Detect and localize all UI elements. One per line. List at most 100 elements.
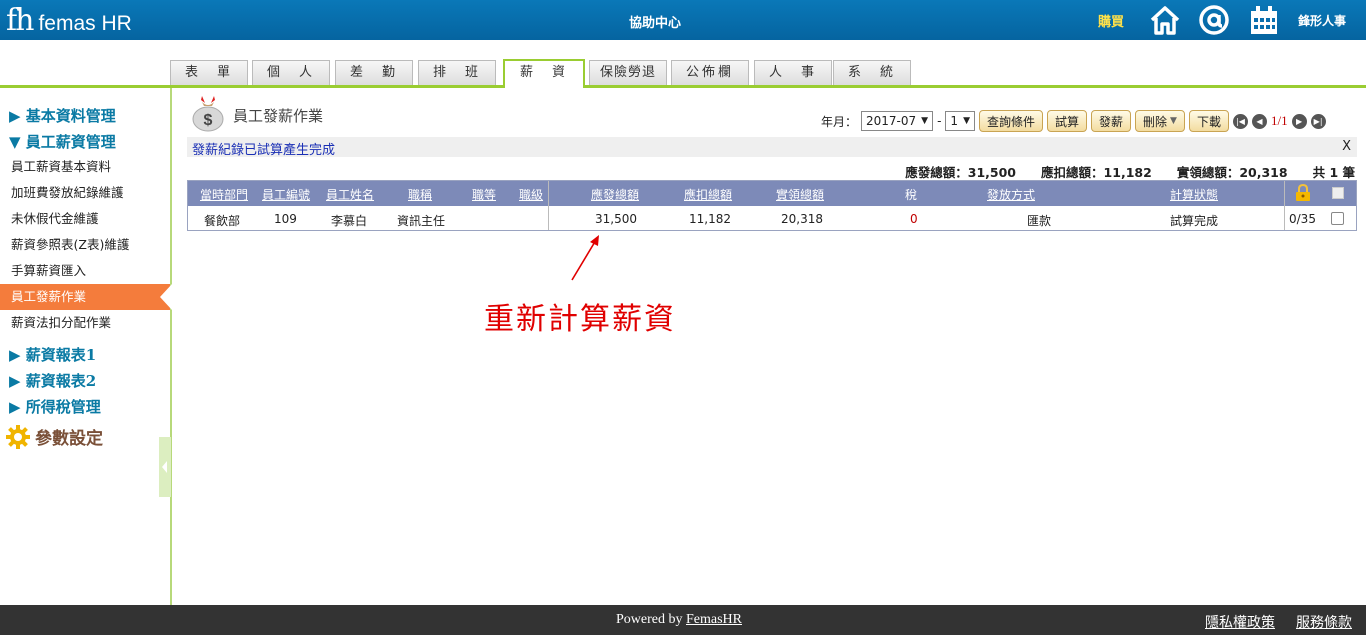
privacy-policy-link[interactable]: 隱私權政策 [1205,612,1275,632]
calendar-icon[interactable] [1248,4,1280,36]
parameter-settings-label: 參數設定 [35,429,103,449]
col-grade[interactable]: 職等 [472,186,496,203]
tab-personal[interactable]: 個 人 [252,60,330,85]
cell-status: 試算完成 [1170,214,1219,228]
sidebar-item-legal-deduction[interactable]: 薪資法扣分配作業 [0,310,170,336]
next-page-icon[interactable]: ▶ [1291,113,1307,129]
column-divider [548,181,549,230]
status-message: 發薪紀錄已試算產生完成 [192,143,336,158]
cell-lock-count: 0/35 [1289,212,1316,226]
col-emp-no[interactable]: 員工編號 [262,186,310,203]
terms-of-service-link[interactable]: 服務條款 [1296,612,1352,632]
payable-total-label: 應發總額： [905,165,968,180]
totals-summary: 應發總額：31,500 應扣總額：11,182 實領總額：20,318 共 1 … [187,162,1355,181]
period-value: 1 [950,114,959,128]
tab-bulletin[interactable]: 公佈欄 [671,60,749,85]
logo-text: femas HR [38,12,132,35]
col-payable[interactable]: 應發總額 [591,186,639,203]
col-emp-name[interactable]: 員工姓名 [326,186,374,203]
module-tabs: 表 單 個 人 差 勤 排 班 薪 資 保險勞退 公佈欄 人 事 系 統 [0,40,1366,88]
sidebar-collapse-handle[interactable] [159,437,171,497]
year-month-label: 年月： [821,114,858,129]
tab-scheduling[interactable]: 排 班 [418,60,496,85]
trial-calc-button[interactable]: 試算 [1047,110,1088,132]
col-title[interactable]: 職稱 [408,186,432,203]
prev-page-icon[interactable]: ◀ [1251,113,1267,129]
money-bag-icon: $ [192,96,224,132]
cell-emp-no: 109 [274,212,297,226]
sidebar-item-salary-reference-table[interactable]: 薪資參照表(Z表)維護 [0,232,170,258]
select-all-checkbox[interactable] [1332,187,1344,199]
deduct-total-value: 11,182 [1103,165,1152,180]
buy-link[interactable]: 購買 [1098,11,1124,30]
at-icon[interactable] [1198,4,1230,36]
cell-dept: 餐飲部 [204,214,241,228]
chevron-left-icon [162,461,167,473]
cell-method: 匯款 [1027,214,1052,228]
last-page-icon[interactable]: ▶| [1310,113,1326,129]
help-center-link[interactable]: 協助中心 [600,12,710,31]
sidebar-item-overtime-records[interactable]: 加班費發放紀錄維護 [0,180,170,206]
dash-separator: - [937,114,942,128]
sidebar-group-basic-data[interactable]: ▶ 基本資料管理 [9,105,116,126]
tab-system[interactable]: 系 統 [833,60,911,85]
year-month-value: 2017-07 [866,114,917,128]
parameter-settings-link[interactable]: 參數設定 [6,424,103,449]
message-close-button[interactable]: X [1342,139,1351,154]
col-method[interactable]: 發放方式 [987,186,1035,203]
cell-emp-name: 李慕白 [331,214,368,228]
tab-hr[interactable]: 人 事 [754,60,832,85]
tab-attendance[interactable]: 差 勤 [335,60,413,85]
dropdown-arrow-icon: ▼ [1170,116,1177,126]
message-bar: 發薪紀錄已試算產生完成 X [187,137,1357,158]
first-page-icon[interactable]: |◀ [1232,113,1248,129]
active-pointer [160,284,172,310]
cell-title: 資訊主任 [397,214,446,228]
delete-button[interactable]: 刪除 ▼ [1135,110,1185,132]
sidebar-group-payroll-report-2[interactable]: ▶ 薪資報表2 [9,370,96,391]
cell-tax: 0 [910,212,918,226]
sidebar-group-payroll-report-1[interactable]: ▶ 薪資報表1 [9,344,96,365]
record-count: 共 1 筆 [1312,165,1355,180]
company-name: 鋒形人事 [1298,14,1347,28]
period-select[interactable]: 1 ▼ [945,111,975,131]
pay-button[interactable]: 發薪 [1091,110,1132,132]
col-level[interactable]: 職級 [519,186,543,203]
sidebar-item-salary-basic[interactable]: 員工薪資基本資料 [0,154,170,180]
col-dept[interactable]: 當時部門 [200,186,248,203]
row-checkbox[interactable] [1331,212,1344,225]
col-net[interactable]: 實領總額 [776,186,824,203]
net-total-value: 20,318 [1239,165,1288,180]
net-total-label: 實領總額： [1176,165,1240,180]
sidebar-group-income-tax[interactable]: ▶ 所得稅管理 [9,396,101,417]
footer: Powered by FemasHR 隱私權政策 服務條款 [0,605,1366,635]
annotation-arrow [571,235,599,281]
tab-forms[interactable]: 表 單 [170,60,248,85]
tab-payroll[interactable]: 薪 資 [503,59,585,88]
col-deduct[interactable]: 應扣總額 [684,186,732,203]
delete-label: 刪除 [1143,114,1168,129]
cell-payable: 31,500 [595,212,637,226]
sidebar-group-employee-payroll[interactable]: ▼ 員工薪資管理 [9,131,116,152]
sidebar-item-unused-leave-pay[interactable]: 未休假代金維護 [0,206,170,232]
sidebar-item-manual-salary-import[interactable]: 手算薪資匯入 [0,258,170,284]
year-month-select[interactable]: 2017-07 ▼ [861,111,934,131]
logo[interactable]: fh femas HR [6,4,132,38]
powered-by: Powered by FemasHR [616,612,742,628]
query-conditions-button[interactable]: 查詢條件 [978,110,1043,132]
annotation-text: 重新計算薪資 [484,302,676,337]
home-icon[interactable] [1149,4,1181,36]
femashr-link[interactable]: FemasHR [686,612,742,627]
download-button[interactable]: 下載 [1188,110,1229,132]
lock-icon[interactable] [1294,184,1312,202]
col-status[interactable]: 計算狀態 [1170,186,1218,203]
gear-icon [6,424,30,449]
dropdown-arrow-icon: ▼ [921,116,929,126]
page-indicator: 1/1 [1270,113,1288,128]
table-header: 當時部門 員工編號 員工姓名 職稱 職等 職級 應發總額 應扣總額 實領總額 稅… [188,181,1356,206]
tab-insurance-pension[interactable]: 保險勞退 [589,60,667,85]
sidebar-item-employee-payout[interactable]: 員工發薪作業 [0,284,170,310]
logo-mark: fh [6,3,34,38]
sidebar: ▶ 基本資料管理 ▼ 員工薪資管理 員工薪資基本資料 加班費發放紀錄維護 未休假… [0,88,172,605]
powered-prefix: Powered by [616,612,686,627]
